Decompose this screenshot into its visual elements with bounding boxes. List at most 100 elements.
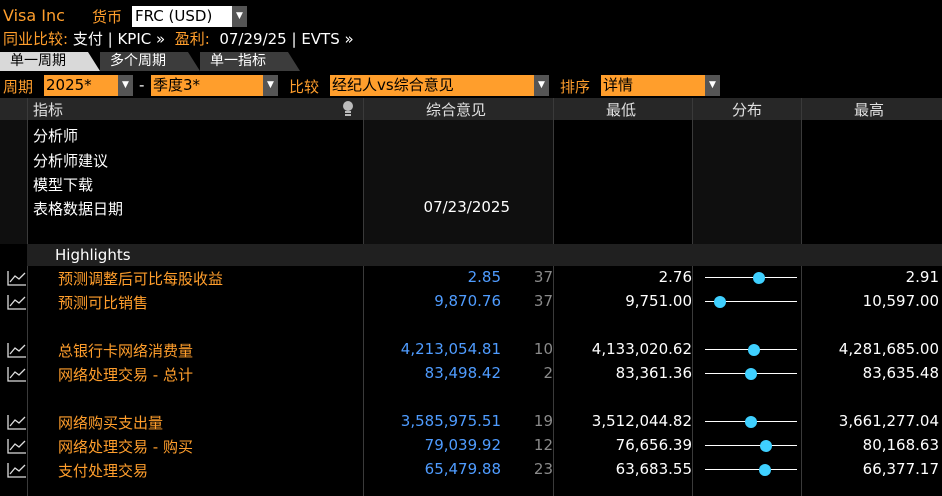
compare-select[interactable]: 经纪人vs综合意见	[330, 75, 534, 96]
consensus-dot	[745, 368, 757, 380]
tab-multi-period[interactable]: 多个周期	[100, 52, 200, 71]
chevron-down-icon[interactable]: ▼	[534, 75, 549, 96]
chevron-down-icon[interactable]: ▼	[705, 75, 720, 96]
table-row[interactable]: 总银行卡网络消费量 4,213,054.81 10 4,133,020.62 4,281…	[0, 338, 942, 362]
analyst-rec-link[interactable]: 分析师建议	[33, 150, 108, 171]
evts-link[interactable]: EVTS »	[301, 30, 353, 48]
distribution-track	[705, 277, 797, 278]
tab-single-metric[interactable]: 单一指标	[200, 52, 300, 71]
chart-line-icon[interactable]	[7, 414, 27, 430]
consensus-dot	[745, 416, 757, 428]
estimate-count: 19	[533, 412, 553, 430]
table-row[interactable]: 支付处理交易 65,479.88 23 63,683.55 66,377.17	[0, 458, 942, 482]
chart-line-icon[interactable]	[7, 270, 27, 286]
estimate-count: 37	[533, 292, 553, 310]
icon-column-band	[0, 120, 27, 244]
consensus-value[interactable]: 65,479.88	[425, 460, 501, 478]
low-value: 3,512,044.82	[591, 412, 692, 430]
peer-label: 同业比较:	[3, 30, 69, 48]
distribution-bar	[703, 434, 799, 458]
low-value: 63,683.55	[615, 460, 692, 478]
distribution-track	[705, 445, 797, 446]
distribution-bar	[703, 266, 799, 290]
distribution-bar	[703, 458, 799, 482]
compare-label: 比较	[289, 78, 320, 96]
estimate-count: 23	[533, 460, 553, 478]
col-low[interactable]: 最低	[606, 99, 636, 120]
distribution-bar	[703, 362, 799, 386]
table-row[interactable]: 预测可比销售 9,870.76 37 9,751.00 10,597.00	[0, 290, 942, 314]
kpic-link[interactable]: KPIC »	[117, 30, 165, 48]
tab-bar: 单一周期 多个周期 单一指标	[0, 52, 942, 71]
consensus-value[interactable]: 3,585,975.51	[401, 412, 501, 430]
table-date-label: 表格数据日期	[33, 200, 124, 218]
distribution-column-band	[693, 120, 802, 244]
high-value: 80,168.63	[862, 436, 939, 454]
period-label: 周期	[3, 78, 34, 96]
consensus-dot	[760, 440, 773, 452]
earnings-date: 07/29/25	[219, 30, 287, 48]
consensus-value[interactable]: 9,870.76	[434, 292, 501, 310]
consensus-dot	[748, 344, 761, 356]
highlights-label: Highlights	[55, 246, 131, 264]
consensus-value[interactable]: 79,039.92	[425, 436, 501, 454]
col-distribution[interactable]: 分布	[732, 99, 762, 120]
filter-bar: 周期 2025* ▼ - 季度3* ▼ 比较 经纪人vs综合意见 ▼ 排序 详情…	[0, 74, 942, 96]
col-consensus[interactable]: 综合意见	[426, 99, 486, 120]
chevron-down-icon[interactable]: ▼	[232, 6, 247, 27]
table-row[interactable]: 网络购买支出量 3,585,975.51 19 3,512,044.82 3,661,2…	[0, 410, 942, 434]
low-value: 9,751.00	[625, 292, 692, 310]
metric-label[interactable]: 支付处理交易	[58, 460, 148, 481]
estimate-count: 12	[533, 436, 553, 454]
distribution-bar	[703, 290, 799, 314]
metric-label[interactable]: 网络处理交易 - 购买	[58, 436, 193, 457]
metric-label[interactable]: 网络购买支出量	[58, 412, 163, 433]
lightbulb-icon[interactable]	[340, 100, 356, 118]
col-indicator[interactable]: 指标	[33, 99, 63, 120]
highlights-section[interactable]: Highlights	[27, 244, 942, 266]
chart-line-icon[interactable]	[7, 366, 27, 382]
analyst-link[interactable]: 分析师	[33, 125, 78, 146]
estimate-count: 10	[533, 340, 553, 358]
metric-label[interactable]: 网络处理交易 - 总计	[58, 364, 193, 385]
chevron-down-icon[interactable]: ▼	[263, 75, 278, 96]
chart-line-icon[interactable]	[7, 342, 27, 358]
currency-value: FRC (USD)	[135, 7, 213, 25]
high-value: 66,377.17	[862, 460, 939, 478]
table-row[interactable]: 网络处理交易 - 购买 79,039.92 12 76,656.39 80,168.63	[0, 434, 942, 458]
metric-label[interactable]: 总银行卡网络消费量	[58, 340, 193, 361]
company-name[interactable]: Visa Inc	[3, 6, 65, 25]
peer-bar: 同业比较: 支付 | KPIC » 盈利: 07/29/25 | EVTS »	[3, 30, 354, 48]
table-row[interactable]: 预测调整后可比每股收益 2.85 37 2.76 2.91	[0, 266, 942, 290]
estimate-count: 2	[543, 364, 553, 382]
low-value: 4,133,020.62	[591, 340, 692, 358]
title-bar: Visa Inc 货币 FRC (USD) ▼	[0, 4, 942, 27]
high-value: 10,597.00	[862, 292, 939, 310]
peer-value[interactable]: 支付	[73, 30, 103, 48]
period-dash: -	[139, 76, 145, 94]
chart-line-icon[interactable]	[7, 462, 27, 478]
consensus-dot	[713, 296, 726, 308]
year-select[interactable]: 2025*	[44, 75, 118, 96]
chevron-down-icon[interactable]: ▼	[118, 75, 133, 96]
tab-single-period[interactable]: 单一周期	[0, 52, 100, 71]
chart-line-icon[interactable]	[7, 438, 27, 454]
quarter-select[interactable]: 季度3*	[151, 75, 263, 96]
distribution-bar	[703, 338, 799, 362]
table-row[interactable]: 网络处理交易 - 总计 83,498.42 2 83,361.36 83,635.48	[0, 362, 942, 386]
low-value: 2.76	[658, 268, 692, 286]
currency-select[interactable]: FRC (USD) ▼	[132, 6, 247, 27]
consensus-column-band	[364, 120, 553, 244]
metric-label[interactable]: 预测可比销售	[58, 292, 148, 313]
consensus-value[interactable]: 4,213,054.81	[401, 340, 501, 358]
currency-label: 货币	[92, 8, 123, 26]
chart-line-icon[interactable]	[7, 294, 27, 310]
consensus-value[interactable]: 2.85	[468, 268, 501, 286]
consensus-value[interactable]: 83,498.42	[425, 364, 501, 382]
model-download-link[interactable]: 模型下载	[33, 174, 93, 195]
col-high[interactable]: 最高	[854, 99, 884, 120]
low-value: 76,656.39	[615, 436, 692, 454]
sort-select[interactable]: 详情	[601, 75, 705, 96]
metric-label[interactable]: 预测调整后可比每股收益	[58, 268, 223, 289]
low-value: 83,361.36	[615, 364, 692, 382]
